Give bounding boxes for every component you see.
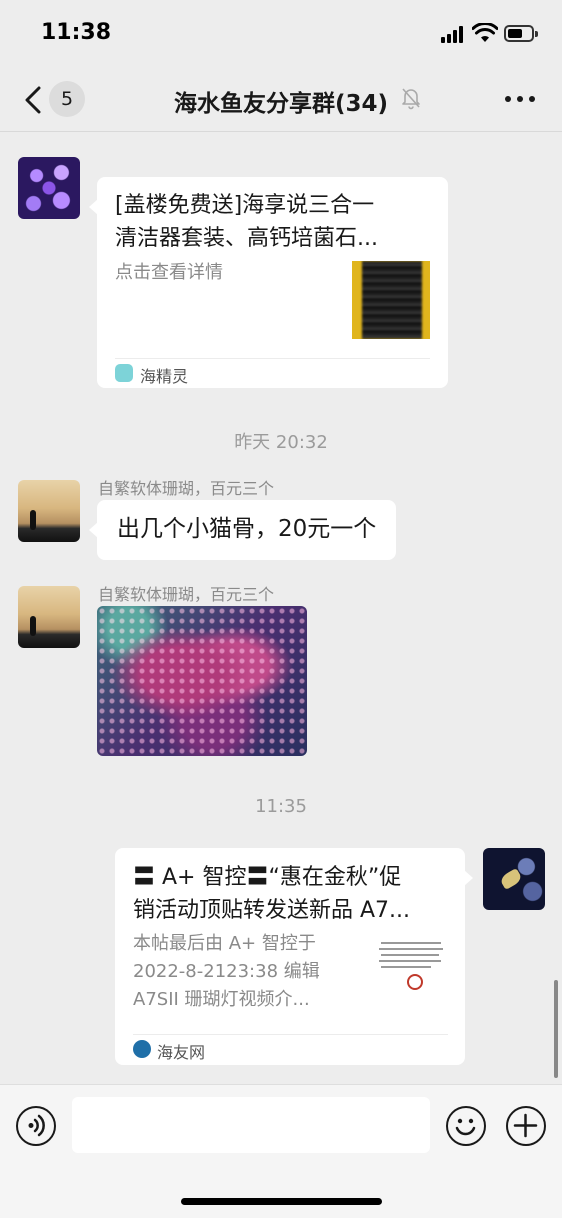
sender-name: 自繁软体珊瑚，百元三个 — [98, 585, 275, 604]
card-source: 海精灵 — [140, 367, 189, 386]
battery-icon — [504, 25, 538, 42]
text-message[interactable]: 出几个小猫骨，20元一个 — [88, 500, 397, 560]
card-thumbnail — [352, 261, 430, 339]
card-description: 本帖最后由 A+ 智控于 2022-8-2123:38 编辑 A7SII 珊瑚灯… — [133, 930, 363, 1014]
card-title-line: 销活动顶贴转发送新品 A7... — [133, 898, 411, 923]
home-indicator[interactable] — [181, 1198, 382, 1205]
card-source: 海友网 — [157, 1043, 206, 1062]
unread-count-badge[interactable]: 5 — [49, 81, 85, 117]
link-card[interactable]: [盖楼免费送]海享说三合一 清洁器套装、高钙培菌石... 点击查看详情 海精灵 — [89, 177, 448, 388]
voice-icon[interactable] — [16, 1106, 56, 1146]
timestamp: 昨天 20:32 — [234, 432, 328, 453]
bell-off-icon — [402, 88, 420, 110]
plus-icon[interactable] — [506, 1106, 546, 1146]
card-divider — [133, 1034, 448, 1035]
site-logo-icon — [133, 1040, 151, 1058]
link-card[interactable]: 〓 A+ 智控〓“惠在金秋”促 销活动顶贴转发送新品 A7... 本帖最后由 A… — [115, 848, 473, 1065]
my-avatar[interactable] — [483, 848, 545, 910]
avatar[interactable] — [18, 157, 80, 219]
card-thumbnail — [373, 934, 453, 1014]
coral-photo[interactable] — [97, 606, 307, 756]
card-description: 点击查看详情 — [115, 262, 223, 283]
avatar[interactable] — [18, 480, 80, 542]
chevron-left-icon[interactable] — [22, 86, 46, 114]
wifi-icon — [472, 23, 498, 42]
more-dots-icon[interactable] — [505, 96, 535, 104]
emoji-icon[interactable] — [446, 1106, 486, 1146]
chat-title[interactable]: 海水鱼友分享群(34) — [120, 84, 442, 118]
scrollbar[interactable] — [554, 980, 558, 1078]
sender-name: 自繁软体珊瑚，百元三个 — [98, 479, 275, 498]
chat-header: 5 海水鱼友分享群(34) — [0, 68, 562, 132]
avatar[interactable] — [18, 586, 80, 648]
card-divider — [115, 358, 430, 359]
card-title-line: 〓 A+ 智控〓“惠在金秋”促 — [133, 865, 402, 890]
card-title: 〓 A+ 智控〓“惠在金秋”促 销活动顶贴转发送新品 A7... — [133, 861, 453, 931]
message-input[interactable] — [72, 1097, 430, 1153]
card-desc-line: 2022-8-2123:38 编辑 — [133, 961, 320, 982]
card-title-line: 清洁器套装、高钙培菌石... — [115, 226, 378, 251]
mini-program-icon — [115, 364, 133, 382]
card-desc-line: 本帖最后由 A+ 智控于 — [133, 933, 316, 954]
signal-icon — [441, 26, 467, 43]
card-desc-line: A7SII 珊瑚灯视频介... — [133, 989, 310, 1010]
status-time: 11:38 — [41, 20, 112, 45]
card-title-line: [盖楼免费送]海享说三合一 — [115, 193, 375, 218]
card-title: [盖楼免费送]海享说三合一 清洁器套装、高钙培菌石... — [115, 189, 435, 259]
timestamp: 11:35 — [255, 796, 307, 817]
status-bar: 11:38 — [0, 0, 562, 68]
